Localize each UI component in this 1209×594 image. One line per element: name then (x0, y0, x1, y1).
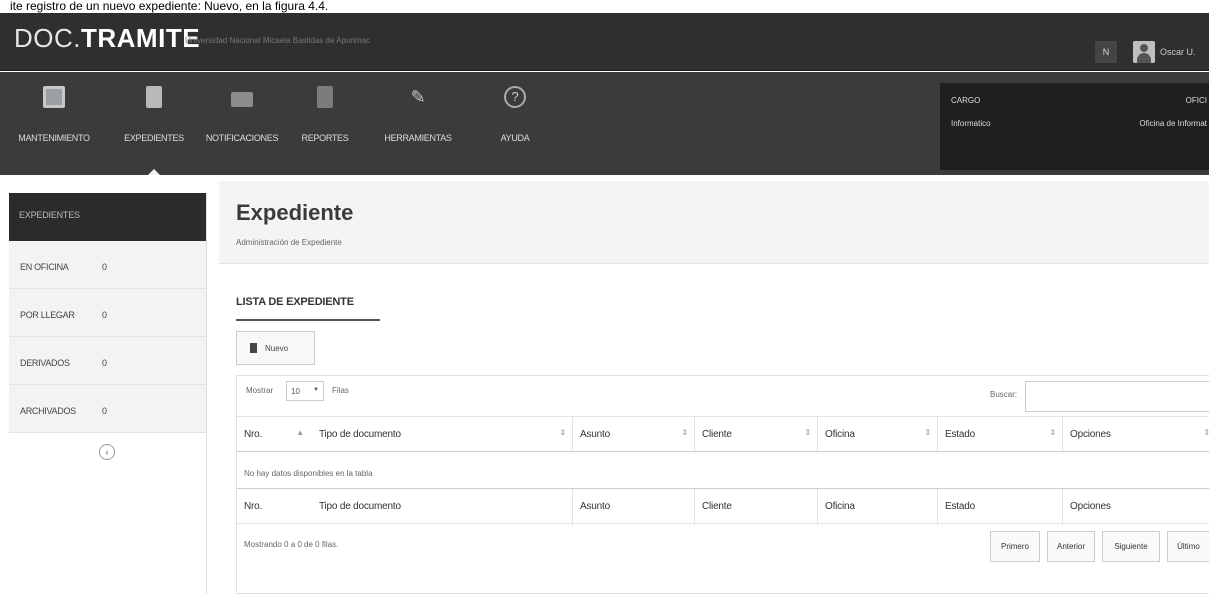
help-icon: ? (504, 86, 526, 108)
document-caption: ite registro de un nuevo expediente: Nue… (0, 0, 1209, 13)
last-page-button[interactable]: Último (1167, 531, 1209, 562)
column-header-cliente[interactable]: Cliente ⇕ (694, 417, 817, 453)
column-footer-nro: Nro. (244, 501, 263, 512)
table-footer-row: Nro. Tipo de documento Asunto Cliente Of… (237, 488, 1209, 525)
table-header: Nro. ▲ Tipo de documento ⇕ Asunto ⇕ Cliente… (237, 416, 1209, 453)
column-footer-asunto: Asunto (572, 489, 694, 525)
page-length-select[interactable]: 10 ▼ (286, 381, 324, 401)
column-footer-cliente: Cliente (694, 489, 817, 525)
list-title-underline (236, 319, 380, 321)
user-avatar[interactable] (1133, 41, 1155, 63)
page-title: Expediente (236, 200, 354, 225)
column-footer-estado: Estado (937, 489, 1062, 525)
column-header-oficina[interactable]: Oficina ⇕ (817, 417, 937, 453)
count-badge: 0 (102, 358, 107, 368)
app-logo[interactable]: DOC.TRAMITE (14, 23, 200, 54)
show-label: Mostrar (246, 386, 274, 395)
column-footer-oficina: Oficina (817, 489, 937, 525)
new-expediente-button[interactable]: Nuevo (236, 331, 315, 365)
collapse-sidebar-icon[interactable]: ‹ (99, 444, 115, 460)
sort-icon: ⇕ (924, 428, 931, 437)
notification-badge[interactable]: N (1095, 41, 1117, 63)
sort-icon: ⇕ (681, 428, 688, 437)
search-input[interactable] (1025, 381, 1209, 412)
sort-icon: ⇕ (559, 428, 566, 437)
expediente-table-panel: Mostrar 10 ▼ Filas Buscar: Nro. ▲ Tipo de … (236, 375, 1209, 594)
report-icon (317, 86, 333, 108)
user-name[interactable]: Oscar U. (1160, 47, 1196, 57)
top-bar: DOC.TRAMITE Universidad Nacional Micaela… (0, 13, 1209, 71)
column-footer-opciones: Opciones (1062, 489, 1209, 525)
count-badge: 0 (102, 310, 107, 320)
table-info: Mostrando 0 a 0 de 0 filas. (244, 540, 339, 549)
sidebar-footer: ‹ (9, 433, 206, 473)
nav-reportes[interactable]: REPORTES (284, 72, 366, 175)
page-subtitle: Administración de Expediente (236, 238, 342, 247)
sidebar: EXPEDIENTES EN OFICINA 0 POR LLEGAR 0 DERI… (9, 193, 207, 594)
dropdown-arrow-icon: ▼ (313, 387, 319, 393)
document-icon (250, 343, 257, 353)
list-title: LISTA DE EXPEDIENTE (236, 296, 354, 308)
column-header-nro[interactable]: Nro. ▲ (237, 417, 312, 453)
column-header-asunto[interactable]: Asunto ⇕ (572, 417, 694, 453)
rows-label: Filas (332, 386, 349, 395)
nav-herramientas[interactable]: ✎ HERRAMIENTAS (366, 72, 470, 175)
nav-expedientes[interactable]: EXPEDIENTES (108, 72, 200, 175)
tools-icon: ✎ (410, 87, 426, 107)
cargo-label: CARGO (951, 96, 981, 105)
sort-icon: ⇕ (1203, 428, 1209, 437)
sidebar-item-archivados[interactable]: ARCHIVADOS 0 (9, 385, 206, 433)
empty-table-message: No hay datos disponibles en la tabla (244, 469, 373, 478)
sort-asc-icon: ▲ (296, 428, 304, 437)
first-page-button[interactable]: Primero (990, 531, 1040, 562)
nav-ayuda[interactable]: ? AYUDA (470, 72, 560, 175)
sort-icon: ⇕ (804, 428, 811, 437)
institution-name: Universidad Nacional Micaela Bastidas de… (185, 36, 370, 45)
mail-icon (231, 92, 253, 107)
sidebar-item-en-oficina[interactable]: EN OFICINA 0 (9, 241, 206, 289)
column-header-opciones[interactable]: Opciones ⇕ (1062, 417, 1209, 453)
column-footer-tipo: Tipo de documento (319, 501, 401, 512)
column-header-estado[interactable]: Estado ⇕ (937, 417, 1062, 453)
previous-page-button[interactable]: Anterior (1047, 531, 1095, 562)
sidebar-item-derivados[interactable]: DERIVADOS 0 (9, 337, 206, 385)
search-label: Buscar: (990, 390, 1018, 399)
files-icon (146, 86, 162, 108)
count-badge: 0 (102, 262, 107, 272)
sidebar-item-por-llegar[interactable]: POR LLEGAR 0 (9, 289, 206, 337)
count-badge: 0 (102, 406, 107, 416)
next-page-button[interactable]: Siguiente (1102, 531, 1160, 562)
oficina-label: OFICI (1185, 96, 1207, 105)
monitor-icon (43, 86, 65, 108)
oficina-value: Oficina de Informat (1139, 119, 1207, 128)
sort-icon: ⇕ (1049, 428, 1056, 437)
nav-mantenimiento[interactable]: MANTENIMIENTO (0, 72, 108, 175)
page-header: Expediente Administración de Expediente (219, 181, 1209, 264)
cargo-value: Informatico (951, 119, 991, 128)
sidebar-title: EXPEDIENTES (9, 193, 206, 241)
nav-notificaciones[interactable]: NOTIFICACIONES (200, 72, 284, 175)
column-header-tipo[interactable]: Tipo de documento ⇕ (312, 417, 572, 453)
user-info-box: CARGO OFICI Informatico Oficina de Infor… (940, 83, 1209, 170)
